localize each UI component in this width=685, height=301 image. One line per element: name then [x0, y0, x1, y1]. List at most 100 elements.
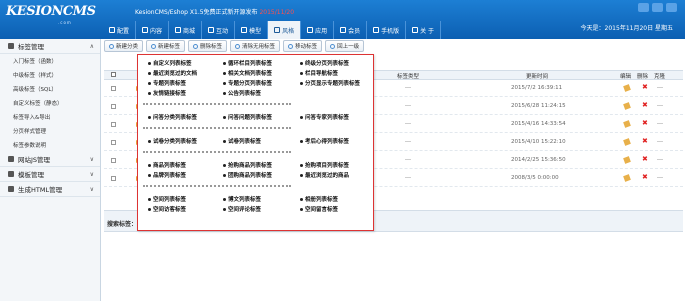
dropdown-item[interactable]: 分页显示专题列表标签 [300, 79, 360, 87]
dropdown-item[interactable]: 循环栏目列表标签 [223, 59, 272, 67]
dropdown-separator [143, 185, 291, 187]
sidebar-group-2[interactable]: 生成HTML管理 ∨ [0, 182, 100, 197]
select-all-checkbox[interactable] [111, 72, 116, 77]
dropdown-separator [143, 127, 291, 129]
toolbar-button-4[interactable]: 移动标签 [283, 40, 323, 52]
nav-tab-8[interactable]: 手机版 [367, 21, 407, 39]
bullet-icon [148, 81, 151, 85]
nav-tab-9[interactable]: 关 于 [406, 21, 442, 39]
nav-tab-label: 会员 [348, 27, 361, 35]
row-checkbox[interactable] [111, 122, 116, 127]
sidebar-group-label: 生成HTML管理 [18, 186, 63, 194]
dropdown-item[interactable]: 试卷分类列表标签 [148, 137, 197, 145]
edit-icon[interactable] [623, 84, 631, 92]
dropdown-item[interactable]: 博文列表标签 [223, 195, 261, 203]
dropdown-item-label: 团购商品列表标签 [228, 173, 273, 179]
sidebar-group-0[interactable]: 网站JS管理 ∨ [0, 152, 100, 167]
sidebar-item-5[interactable]: 分页样式管理 [0, 124, 100, 138]
nav-tab-6[interactable]: 应用 [301, 21, 335, 39]
dropdown-item[interactable]: 问答问题列表标签 [223, 113, 272, 121]
delete-icon[interactable]: ✖ [642, 173, 648, 181]
nav-tab-1[interactable]: 内容 [136, 21, 170, 39]
edit-icon[interactable] [623, 120, 631, 128]
dropdown-item[interactable]: 考后心得列表标签 [300, 137, 349, 145]
row-checkbox[interactable] [111, 158, 116, 163]
toolbar-button-3[interactable]: 清除无用标签 [230, 40, 281, 52]
toolbar-button-1[interactable]: 新建标签 [146, 40, 186, 52]
dropdown-item[interactable]: 友情链接标签 [148, 89, 186, 97]
dropdown-item[interactable]: 终级分页列表标签 [300, 59, 349, 67]
sidebar-item-3[interactable]: 自定义标签（静态） [0, 96, 100, 110]
nav-tab-2[interactable]: 商城 [169, 21, 203, 39]
edit-icon[interactable] [623, 174, 631, 182]
group-icon [8, 156, 14, 162]
dropdown-item-label: 相册列表标签 [305, 197, 339, 203]
delete-icon[interactable]: ✖ [642, 83, 648, 91]
dropdown-item[interactable]: 最近浏览过的商品 [300, 171, 349, 179]
bullet-icon [300, 139, 303, 143]
sidebar-item-4[interactable]: 标签导入&导出 [0, 110, 100, 124]
sidebar-item-1[interactable]: 中级标签（样式） [0, 68, 100, 82]
dropdown-item[interactable]: 团购商品列表标签 [223, 171, 272, 179]
dropdown-item-label: 专题分页列表标签 [228, 81, 273, 87]
header-update-time: 更新时间 [526, 74, 549, 80]
dropdown-item[interactable]: 专题列表标签 [148, 79, 186, 87]
edit-icon[interactable] [623, 102, 631, 110]
bullet-icon [300, 197, 303, 201]
bullet-icon [223, 139, 226, 143]
delete-icon[interactable]: ✖ [642, 119, 648, 127]
row-checkbox[interactable] [111, 176, 116, 181]
nav-tab-5[interactable]: 风格 [268, 21, 302, 39]
dropdown-item[interactable]: 空间评论标签 [223, 205, 261, 213]
toolbar-button-0[interactable]: 新建分类 [104, 40, 144, 52]
dropdown-item[interactable]: 问答分类列表标签 [148, 113, 197, 121]
delete-icon[interactable]: ✖ [642, 101, 648, 109]
toolbar-button-label: 删除标签 [200, 44, 223, 50]
dropdown-item[interactable]: 抢购商品列表标签 [223, 161, 272, 169]
version-banner[interactable]: KesionCMS/Eshop X1.5免费正式新开源发布 2015/11/20 [135, 7, 294, 16]
row-checkbox[interactable] [111, 104, 116, 109]
row-checkbox[interactable] [111, 140, 116, 145]
sidebar-item-0[interactable]: 入门标签（函数） [0, 54, 100, 68]
delete-icon[interactable]: ✖ [642, 137, 648, 145]
refresh-icon[interactable] [652, 3, 663, 12]
dropdown-item[interactable]: 相关文档列表标签 [223, 69, 272, 77]
nav-tab-0[interactable]: 配置 [103, 21, 137, 39]
dropdown-item[interactable]: 栏目导航标签 [300, 69, 338, 77]
dropdown-item[interactable]: 自定义列表标签 [148, 59, 192, 67]
home-icon[interactable] [638, 3, 649, 12]
sidebar-group-tags[interactable]: 标签管理 ∧ [0, 39, 100, 54]
toolbar-button-2[interactable]: 删除标签 [188, 40, 228, 52]
nav-tab-4[interactable]: 模型 [235, 21, 269, 39]
model-icon [241, 27, 248, 33]
row-tag-type: --- [405, 157, 411, 163]
edit-icon[interactable] [623, 156, 631, 164]
dropdown-item-label: 博文列表标签 [228, 197, 262, 203]
logout-icon[interactable] [666, 3, 677, 12]
dropdown-item[interactable]: 空间访客标签 [148, 205, 186, 213]
sidebar-item-2[interactable]: 高级标签（SQL） [0, 82, 100, 96]
dropdown-item[interactable]: 最近浏览过的文档 [148, 69, 197, 77]
dropdown-item[interactable]: 空间列表标签 [148, 195, 186, 203]
dropdown-item[interactable]: 问答专家列表标签 [300, 113, 349, 121]
nav-tab-label: 风格 [282, 27, 295, 35]
bullet-icon [148, 173, 151, 177]
dropdown-item[interactable]: 空间留言标签 [300, 205, 338, 213]
toolbar-button-5[interactable]: 回上一级 [325, 40, 365, 52]
delete-icon[interactable]: ✖ [642, 155, 648, 163]
dropdown-item[interactable]: 专题分页列表标签 [223, 79, 272, 87]
dropdown-item[interactable]: 品牌列表标签 [148, 171, 186, 179]
nav-tab-7[interactable]: 会员 [334, 21, 368, 39]
dropdown-item[interactable]: 商品列表标签 [148, 161, 186, 169]
group-icon [8, 186, 14, 192]
dropdown-item[interactable]: 相册列表标签 [300, 195, 338, 203]
sidebar-item-6[interactable]: 标签参数说明 [0, 138, 100, 152]
nav-tab-3[interactable]: 互动 [202, 21, 236, 39]
row-clone: --- [657, 121, 663, 127]
edit-icon[interactable] [623, 138, 631, 146]
dropdown-item[interactable]: 试卷列表标签 [223, 137, 261, 145]
dropdown-item[interactable]: 公告列表标签 [223, 89, 261, 97]
dropdown-item[interactable]: 抢购项目列表标签 [300, 161, 349, 169]
sidebar-group-1[interactable]: 模板管理 ∨ [0, 167, 100, 182]
row-checkbox[interactable] [111, 86, 116, 91]
